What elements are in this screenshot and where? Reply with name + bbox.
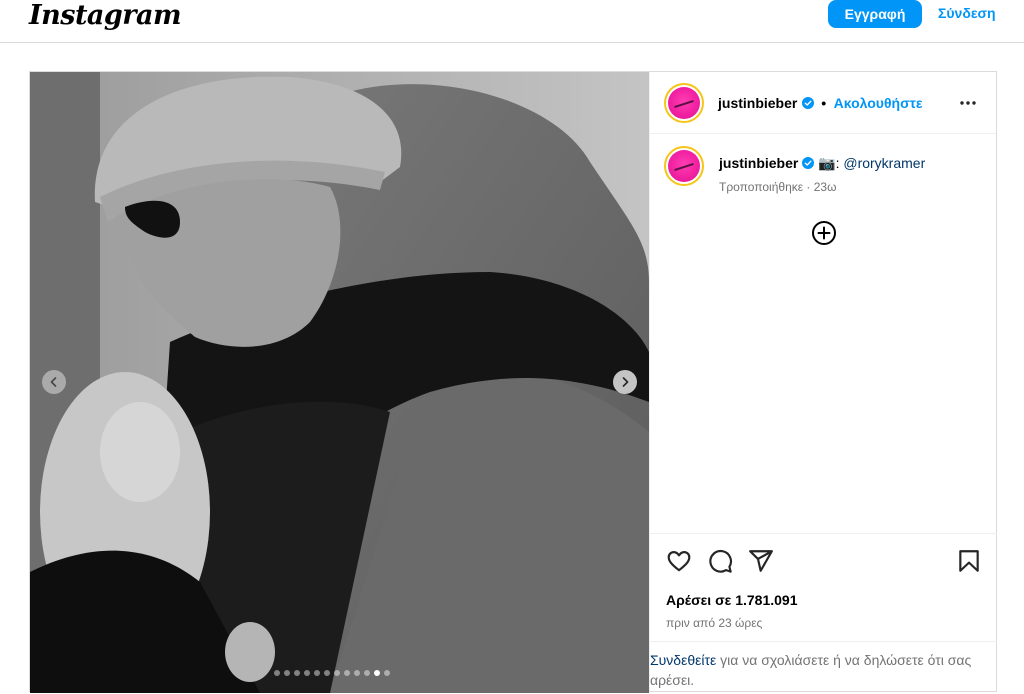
post-actions: Αρέσει σε 1.781.091 πριν από 23 ώρες Συν… <box>650 533 997 691</box>
carousel-dot <box>334 670 340 676</box>
next-slide-button[interactable] <box>613 370 637 394</box>
username-link[interactable]: justinbieber <box>718 95 797 111</box>
more-icon[interactable] <box>956 94 980 110</box>
avatar[interactable] <box>664 83 704 123</box>
carousel-dot <box>294 670 300 676</box>
caption: justinbieber 📷: @rorykramer <box>719 154 925 172</box>
camera-emoji: 📷 <box>818 155 836 171</box>
signup-button[interactable]: Εγγραφή <box>828 0 922 28</box>
instagram-logo[interactable]: Instagram <box>29 0 182 32</box>
chevron-right-icon <box>622 377 629 387</box>
carousel-dot <box>354 670 360 676</box>
login-prompt: Συνδεθείτε για να σχολιάσετε ή να δηλώσε… <box>650 641 997 692</box>
carousel-dot <box>274 670 280 676</box>
post-card: justinbieber • Ακολουθήστε justinbieber … <box>29 71 997 693</box>
verified-badge-icon <box>802 157 815 169</box>
post-time[interactable]: πριν από 23 ώρες <box>666 616 762 630</box>
top-bar: Instagram Εγγραφή Σύνδεση <box>0 0 1024 43</box>
carousel-dot <box>324 670 330 676</box>
carousel-dot <box>374 670 380 676</box>
caption-username[interactable]: justinbieber <box>719 155 798 171</box>
follow-separator: • <box>821 95 827 111</box>
chevron-left-icon <box>50 377 57 387</box>
previous-slide-button[interactable] <box>42 370 66 394</box>
carousel-dot <box>344 670 350 676</box>
mention-link[interactable]: @rorykramer <box>843 155 925 171</box>
post-header: justinbieber • Ακολουθήστε <box>650 72 996 134</box>
login-link[interactable]: Σύνδεση <box>938 5 996 21</box>
add-circle-icon[interactable] <box>811 220 837 246</box>
bookmark-icon[interactable] <box>956 548 982 574</box>
carousel-dot <box>304 670 310 676</box>
follow-button[interactable]: Ακολουθήστε <box>834 95 923 111</box>
post-photo[interactable] <box>30 72 649 693</box>
like-count[interactable]: Αρέσει σε 1.781.091 <box>666 592 797 608</box>
caption-avatar[interactable] <box>664 146 704 186</box>
post-sidebar: justinbieber • Ακολουθήστε justinbieber … <box>649 72 997 691</box>
photo-image <box>30 72 649 693</box>
carousel-dot <box>284 670 290 676</box>
share-icon[interactable] <box>748 548 774 574</box>
carousel-indicators <box>274 670 390 676</box>
carousel-dot <box>364 670 370 676</box>
caption-separator: : <box>835 155 840 171</box>
header-user-line: justinbieber • Ακολουθήστε <box>718 95 923 113</box>
comment-icon[interactable] <box>707 548 733 574</box>
caption-area: justinbieber 📷: @rorykramer Τροποποιήθηκ… <box>650 134 997 533</box>
edited-timestamp: Τροποποιήθηκε · 23ω <box>719 180 837 194</box>
carousel-dot <box>384 670 390 676</box>
verified-badge-icon <box>801 97 814 109</box>
login-prompt-link[interactable]: Συνδεθείτε <box>650 652 716 668</box>
heart-icon[interactable] <box>666 548 692 574</box>
carousel-dot <box>314 670 320 676</box>
